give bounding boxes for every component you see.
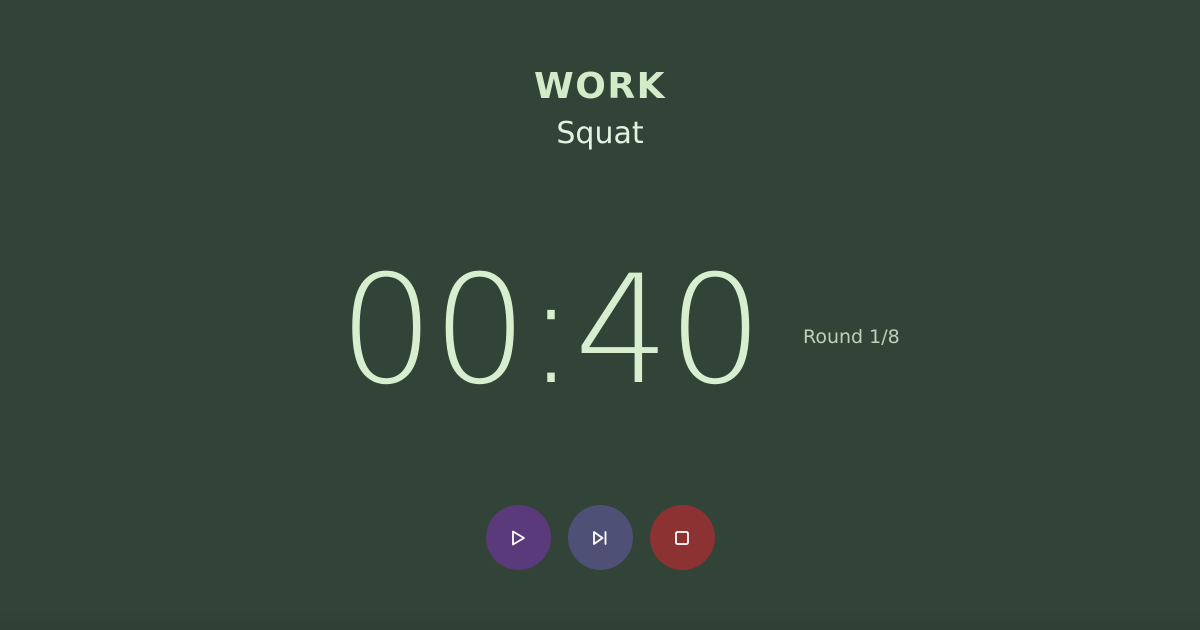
play-button[interactable] — [485, 505, 551, 570]
bottom-shade — [0, 608, 1200, 630]
stop-icon — [675, 530, 689, 545]
phase-label: WORK — [534, 66, 666, 107]
stop-button[interactable] — [649, 505, 715, 570]
skip-next-icon — [593, 530, 607, 545]
exercise-name: Squat — [556, 116, 644, 151]
timer-controls — [0, 505, 1200, 570]
skip-next-button[interactable] — [567, 505, 633, 570]
countdown-timer: 00:40 — [338, 244, 763, 418]
phase-header: WORK Squat — [0, 64, 1200, 154]
round-indicator: Round 1/8 — [803, 326, 900, 348]
play-icon — [512, 530, 525, 545]
